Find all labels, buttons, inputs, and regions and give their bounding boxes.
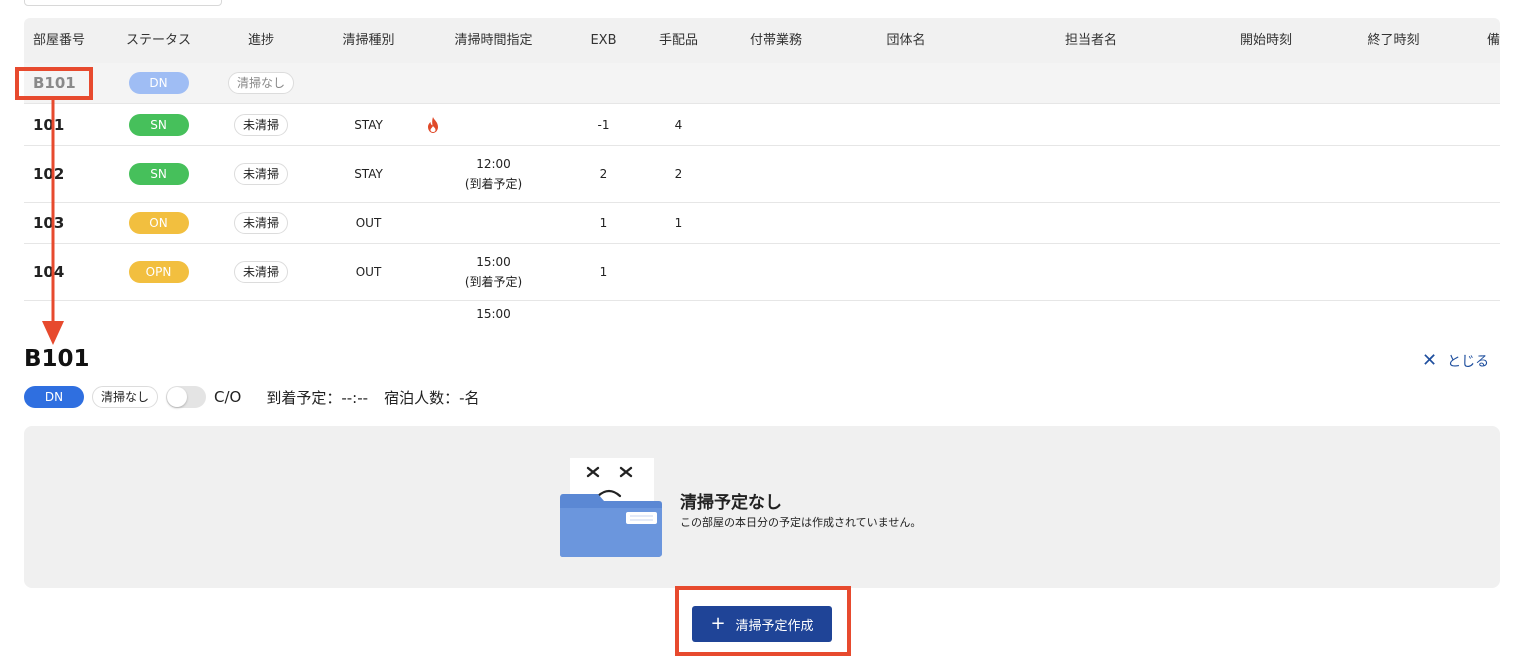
checkout-label: C/O: [214, 388, 242, 406]
status-badge: ON: [128, 212, 189, 234]
arrival-time: 到着予定：--:--: [266, 388, 369, 407]
header-progress: 進捗: [247, 32, 274, 48]
progress-chip: 清掃なし: [227, 72, 294, 94]
room-number: 104: [33, 263, 65, 281]
progress-chip: 未清掃: [233, 261, 288, 283]
items-value: 2: [674, 167, 683, 181]
progress-chip: 未清掃: [233, 212, 288, 234]
table-row[interactable]: 104 OPN 未清掃 OUT 15:00 (到着予定) 1: [24, 244, 1500, 301]
room-number: 103: [33, 214, 65, 232]
close-icon: ✕: [1422, 350, 1438, 371]
header-status: ステータス: [125, 32, 191, 48]
exb-value: 1: [599, 216, 608, 230]
cleaning-time-value: 15:00: [476, 307, 511, 318]
exb-value: -1: [597, 117, 610, 132]
table-header: 部屋番号 ステータス 進捗 清掃種別 清掃時間指定 EXB 手配品 付帯業務 団…: [24, 18, 1500, 63]
fire-icon: [428, 116, 438, 133]
status-badge: SN: [128, 163, 189, 185]
checkout-toggle[interactable]: [166, 386, 207, 408]
progress-chip: 未清掃: [233, 113, 288, 136]
header-group-name: 団体名: [886, 32, 926, 48]
cleaning-type: OUT: [355, 216, 382, 230]
items-value: 4: [674, 117, 683, 132]
empty-folder-icon: [560, 458, 662, 557]
search-field[interactable]: [24, 0, 222, 6]
status-badge: OPN: [128, 261, 189, 283]
table-row[interactable]: 101 SN 未清掃 STAY -1 4: [24, 104, 1500, 146]
status-badge: SN: [128, 113, 189, 136]
exb-value: 2: [599, 167, 608, 181]
cleaning-time-note: (到着予定): [464, 275, 523, 289]
table-row[interactable]: B101 DN 清掃なし: [24, 63, 1500, 104]
header-notes: 備考: [1486, 32, 1500, 48]
toggle-knob: [167, 387, 188, 407]
detail-status-line: DN 清掃なし C/O 到着予定：--:-- 宿泊人数：-名: [24, 386, 480, 408]
cleaning-time: [416, 116, 571, 133]
cleaning-time-note: (到着予定): [464, 177, 523, 191]
highlight-create-button: [675, 586, 851, 656]
cleaning-time: 15:00 (到着予定): [416, 252, 571, 292]
close-button[interactable]: ✕ とじる: [1422, 350, 1489, 371]
table-row[interactable]: 103 ON 未清掃 OUT 1 1: [24, 203, 1500, 244]
table-row[interactable]: 102 SN 未清掃 STAY 12:00 (到着予定) 2 2: [24, 146, 1500, 203]
highlight-room-b101: [15, 67, 93, 100]
header-cleaning-time: 清掃時間指定: [454, 32, 533, 48]
header-end-time: 終了時刻: [1367, 32, 1420, 48]
progress-chip: 未清掃: [233, 163, 288, 185]
header-cleaning-type: 清掃種別: [342, 32, 395, 48]
empty-state: 清掃予定なし この部屋の本日分の予定は作成されていません。: [24, 426, 1500, 588]
status-badge: DN: [128, 72, 189, 94]
room-table: 部屋番号 ステータス 進捗 清掃種別 清掃時間指定 EXB 手配品 付帯業務 団…: [24, 18, 1500, 318]
close-label: とじる: [1447, 353, 1490, 370]
header-room-number: 部屋番号: [33, 32, 86, 48]
header-start-time: 開始時刻: [1239, 32, 1292, 48]
room-number: 101: [33, 115, 65, 134]
cleaning-time: 12:00 (到着予定): [416, 154, 571, 194]
detail-room-title: B101: [24, 346, 90, 372]
table-row[interactable]: 15:00: [24, 301, 1500, 318]
cleaning-type: STAY: [354, 167, 383, 181]
cleaning-time-value: 15:00: [476, 255, 511, 269]
detail-status-badge[interactable]: DN: [24, 386, 84, 408]
header-items: 手配品: [658, 32, 698, 48]
empty-description: この部屋の本日分の予定は作成されていません。: [680, 516, 922, 529]
room-number: 102: [33, 165, 65, 183]
header-extra-tasks: 付帯業務: [749, 32, 802, 48]
exb-value: 1: [599, 265, 608, 279]
empty-title: 清掃予定なし: [680, 493, 782, 513]
cleaning-type: OUT: [355, 265, 382, 279]
detail-progress-chip: 清掃なし: [92, 386, 159, 408]
guest-count: 宿泊人数：-名: [384, 388, 480, 407]
items-value: 1: [674, 216, 683, 230]
cleaning-type: STAY: [354, 117, 383, 132]
header-person: 担当者名: [1064, 32, 1117, 48]
header-exb: EXB: [590, 32, 617, 48]
cleaning-time-value: 12:00: [476, 157, 511, 171]
